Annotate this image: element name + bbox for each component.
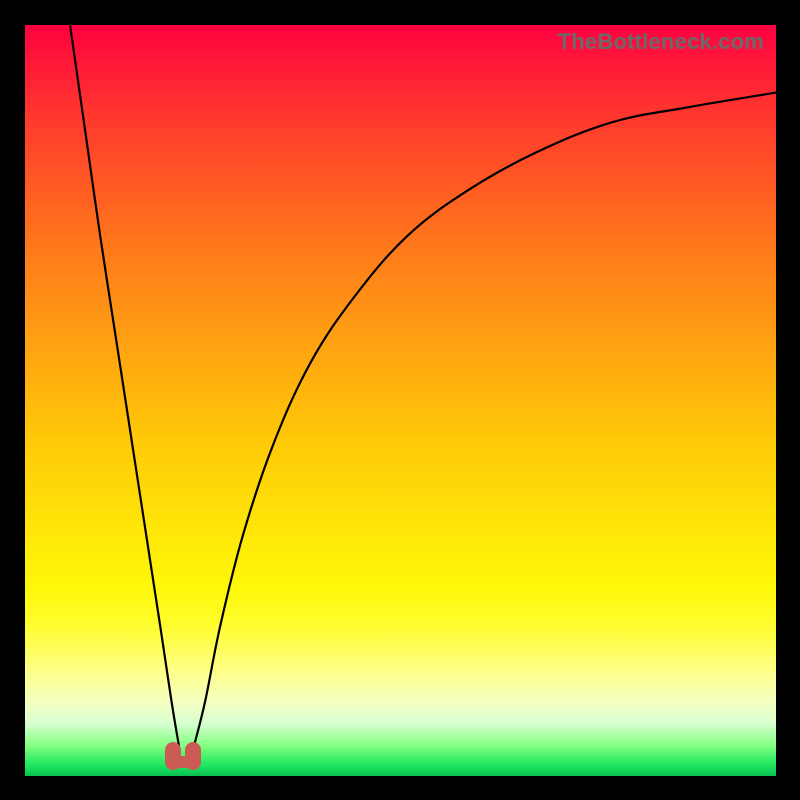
optimum-marker-icon <box>165 740 201 770</box>
plot-area: TheBottleneck.com <box>25 25 776 776</box>
chart-frame: TheBottleneck.com <box>0 0 800 800</box>
curve-path <box>70 25 776 746</box>
bottleneck-curve <box>25 25 776 776</box>
marker-bridge <box>171 756 195 768</box>
